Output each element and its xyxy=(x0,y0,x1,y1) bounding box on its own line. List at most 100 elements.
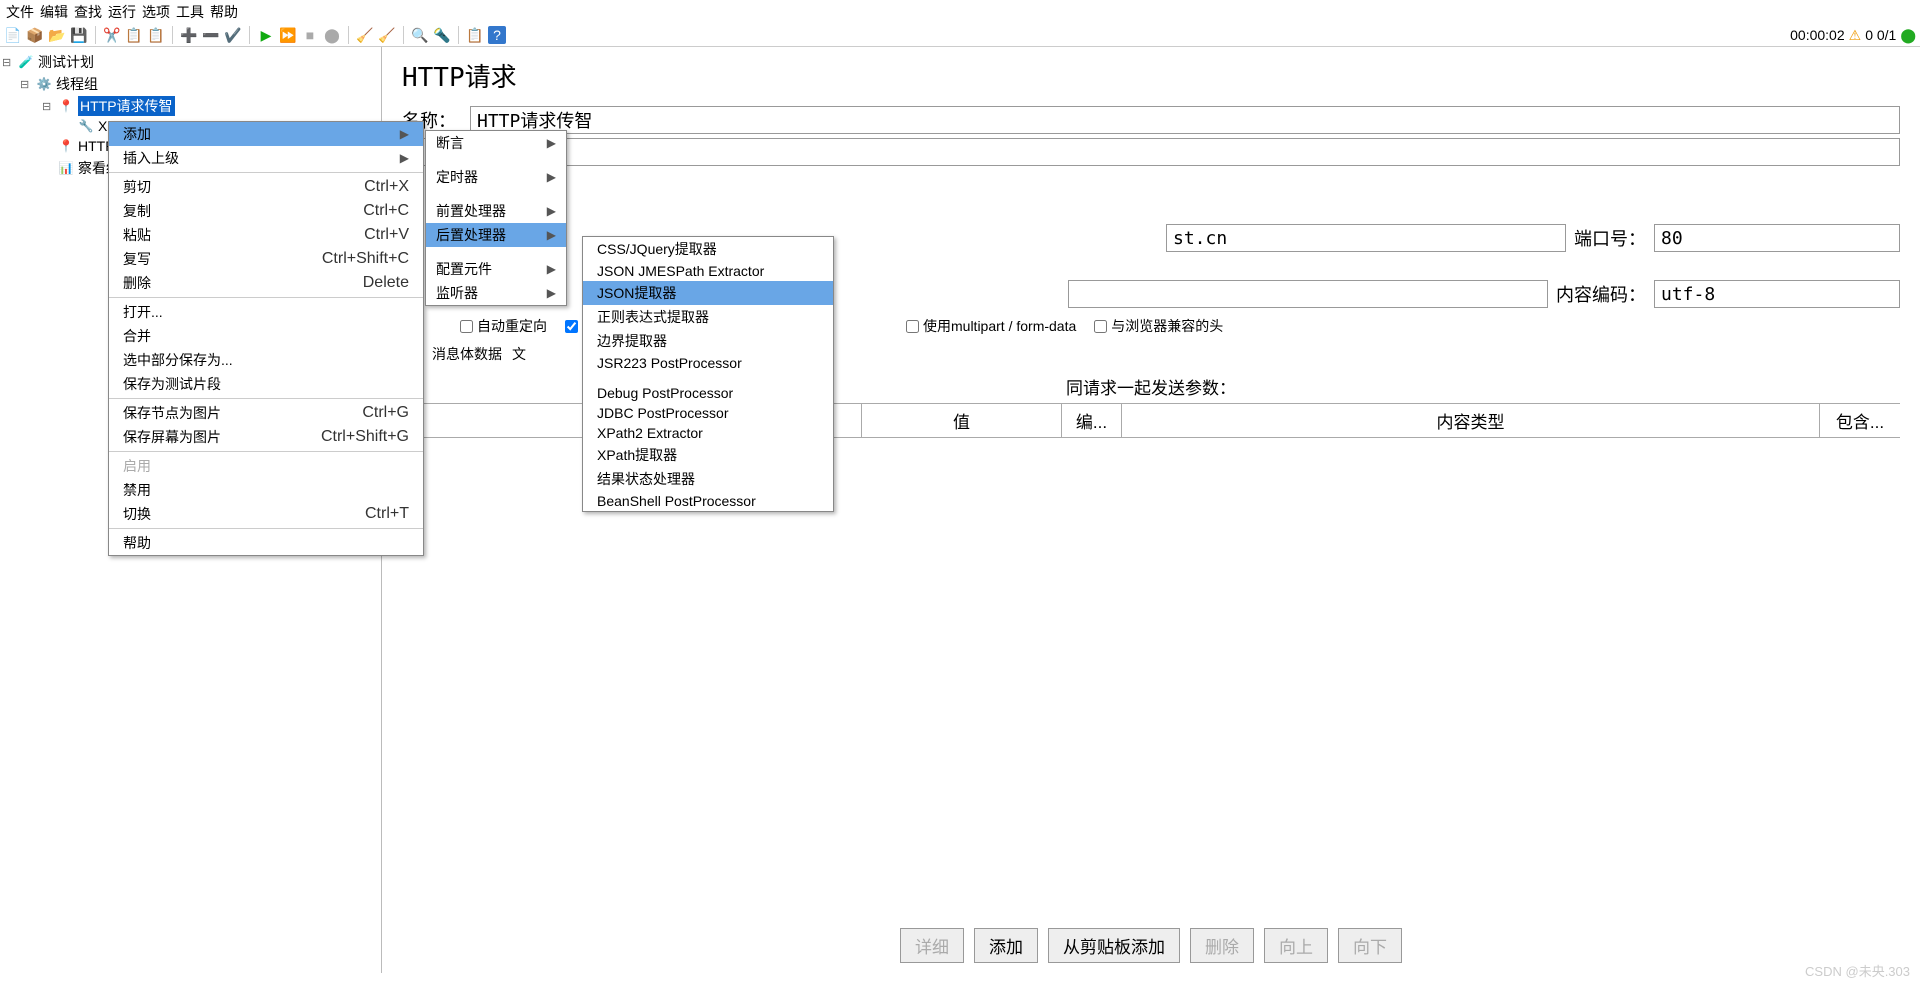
tree-http-request-selected[interactable]: ⊟ 📍 HTTP请求传智 xyxy=(2,95,379,117)
add-button[interactable]: 添加 xyxy=(974,928,1038,963)
ctx-post-item[interactable]: BeanShell PostProcessor xyxy=(583,491,833,511)
path-input[interactable] xyxy=(1068,280,1548,308)
ctx-post-item[interactable]: JSR223 PostProcessor xyxy=(583,353,833,373)
clear-all-icon[interactable]: 🧹 xyxy=(378,26,396,44)
menu-help[interactable]: 帮助 xyxy=(210,2,238,22)
reset-search-icon[interactable]: 🔦 xyxy=(433,26,451,44)
ctx-post-item[interactable]: Debug PostProcessor xyxy=(583,383,833,403)
ctx-config[interactable]: 配置元件▶ xyxy=(426,257,566,281)
menu-tools[interactable]: 工具 xyxy=(176,2,204,22)
ctx-post-item[interactable]: JDBC PostProcessor xyxy=(583,403,833,423)
ctx-post-item[interactable]: 结果状态处理器 xyxy=(583,467,833,491)
name-input[interactable] xyxy=(470,106,1900,134)
detail-button: 详细 xyxy=(900,928,964,963)
watermark: CSDN @未央.303 xyxy=(1805,961,1910,980)
ctx-save-node-img[interactable]: 保存节点为图片Ctrl+G xyxy=(109,401,423,425)
down-button: 向下 xyxy=(1338,928,1402,963)
ctx-post-item[interactable]: CSS/JQuery提取器 xyxy=(583,237,833,261)
ctx-post-item[interactable]: 边界提取器 xyxy=(583,329,833,353)
tree-panel: ⊟ 🧪 测试计划 ⊟ ⚙️ 线程组 ⊟ 📍 HTTP请求传智 🔧 XPa 📍 H… xyxy=(0,47,382,973)
ctx-cut[interactable]: 剪切Ctrl+X xyxy=(109,175,423,199)
gear-icon: ⚙️ xyxy=(36,76,52,92)
tree-toggle-icon[interactable]: ⊟ xyxy=(42,100,54,113)
tree-threadgroup[interactable]: ⊟ ⚙️ 线程组 xyxy=(2,73,379,95)
server-input[interactable] xyxy=(1166,224,1566,252)
tree-toggle-icon[interactable]: ⊟ xyxy=(2,56,14,69)
collapse-icon[interactable]: ➖ xyxy=(202,26,220,44)
func-helper-icon[interactable]: 📋 xyxy=(466,26,484,44)
elapsed-time: 00:00:02 xyxy=(1790,27,1845,43)
port-label: 端口号： xyxy=(1574,225,1646,251)
tab-files-partial[interactable]: 文 xyxy=(512,344,526,364)
ctx-save-screen-img[interactable]: 保存屏幕为图片Ctrl+Shift+G xyxy=(109,425,423,449)
col-include[interactable]: 包含... xyxy=(1820,404,1900,437)
tree-toggle-icon[interactable]: ⊟ xyxy=(20,78,32,91)
cut-icon[interactable]: ✂️ xyxy=(103,26,121,44)
ctx-add[interactable]: 添加▶ xyxy=(109,122,423,146)
menu-options[interactable]: 选项 xyxy=(142,2,170,22)
ctx-post-item[interactable]: JSON提取器 xyxy=(583,281,833,305)
ctx-listener[interactable]: 监听器▶ xyxy=(426,281,566,305)
menu-run[interactable]: 运行 xyxy=(108,2,136,22)
ctx-post-item[interactable]: JSON JMESPath Extractor xyxy=(583,261,833,281)
up-button: 向上 xyxy=(1264,928,1328,963)
toggle-icon[interactable]: ✔️ xyxy=(224,26,242,44)
save-icon[interactable]: 💾 xyxy=(70,26,88,44)
toolbar: 📄 📦 📂 💾 ✂️ 📋 📋 ➕ ➖ ✔️ ▶ ⏩ ■ ⬤ 🧹 🧹 🔍 🔦 📋 … xyxy=(0,24,1920,47)
ctx-paste[interactable]: 粘贴Ctrl+V xyxy=(109,223,423,247)
paste-icon[interactable]: 📋 xyxy=(147,26,165,44)
clear-icon[interactable]: 🧹 xyxy=(356,26,374,44)
shutdown-icon[interactable]: ⬤ xyxy=(323,26,341,44)
start-no-pause-icon[interactable]: ⏩ xyxy=(279,26,297,44)
tree-label: 线程组 xyxy=(56,74,98,94)
ctx-preprocessor[interactable]: 前置处理器▶ xyxy=(426,199,566,223)
chevron-right-icon: ▶ xyxy=(400,151,409,165)
search-icon[interactable]: 🔍 xyxy=(411,26,429,44)
ctx-timer[interactable]: 定时器▶ xyxy=(426,165,566,189)
ctx-toggle[interactable]: 切换Ctrl+T xyxy=(109,502,423,526)
ctx-copy[interactable]: 复制Ctrl+C xyxy=(109,199,423,223)
ctx-assertion[interactable]: 断言▶ xyxy=(426,131,566,155)
ctx-disable[interactable]: 禁用 xyxy=(109,478,423,502)
col-encode[interactable]: 编... xyxy=(1062,404,1122,437)
ctx-postprocessor[interactable]: 后置处理器▶ xyxy=(426,223,566,247)
cb-auto-redirect[interactable]: 自动重定向 xyxy=(460,316,547,336)
thread-counts: 0 0/1 xyxy=(1865,27,1896,43)
delete-button: 删除 xyxy=(1190,928,1254,963)
tab-body-data[interactable]: 消息体数据 xyxy=(432,344,502,364)
ctx-post-item[interactable]: 正则表达式提取器 xyxy=(583,305,833,329)
col-content-type[interactable]: 内容类型 xyxy=(1122,404,1820,437)
ctx-post-item[interactable]: XPath2 Extractor xyxy=(583,423,833,443)
stop-icon[interactable]: ■ xyxy=(301,26,319,44)
copy-icon[interactable]: 📋 xyxy=(125,26,143,44)
col-value[interactable]: 值 xyxy=(862,404,1062,437)
ctx-merge[interactable]: 合并 xyxy=(109,324,423,348)
warning-icon[interactable]: ⚠ xyxy=(1849,27,1862,44)
open-icon[interactable]: 📂 xyxy=(48,26,66,44)
help-icon[interactable]: ? xyxy=(488,26,506,44)
ctx-help[interactable]: 帮助 xyxy=(109,531,423,555)
menu-search[interactable]: 查找 xyxy=(74,2,102,22)
tree-root[interactable]: ⊟ 🧪 测试计划 xyxy=(2,51,379,73)
tree-label: 测试计划 xyxy=(38,52,94,72)
menu-file[interactable]: 文件 xyxy=(6,2,34,22)
cb-multipart[interactable]: 使用multipart / form-data xyxy=(906,316,1076,336)
ctx-save-selection[interactable]: 选中部分保存为... xyxy=(109,348,423,372)
ctx-duplicate[interactable]: 复写Ctrl+Shift+C xyxy=(109,247,423,271)
cb-browser-headers[interactable]: 与浏览器兼容的头 xyxy=(1094,316,1223,336)
expand-icon[interactable]: ➕ xyxy=(180,26,198,44)
ctx-post-item[interactable]: XPath提取器 xyxy=(583,443,833,467)
ctx-insert-parent[interactable]: 插入上级▶ xyxy=(109,146,423,170)
ctx-open[interactable]: 打开... xyxy=(109,300,423,324)
ctx-enable: 启用 xyxy=(109,454,423,478)
add-clipboard-button[interactable]: 从剪贴板添加 xyxy=(1048,928,1180,963)
menu-edit[interactable]: 编辑 xyxy=(40,2,68,22)
encoding-input[interactable] xyxy=(1654,280,1900,308)
ctx-save-fragment[interactable]: 保存为测试片段 xyxy=(109,372,423,396)
comment-input[interactable] xyxy=(402,138,1900,166)
port-input[interactable] xyxy=(1654,224,1900,252)
start-icon[interactable]: ▶ xyxy=(257,26,275,44)
templates-icon[interactable]: 📦 xyxy=(26,26,44,44)
ctx-delete[interactable]: 删除Delete xyxy=(109,271,423,295)
new-icon[interactable]: 📄 xyxy=(4,26,22,44)
